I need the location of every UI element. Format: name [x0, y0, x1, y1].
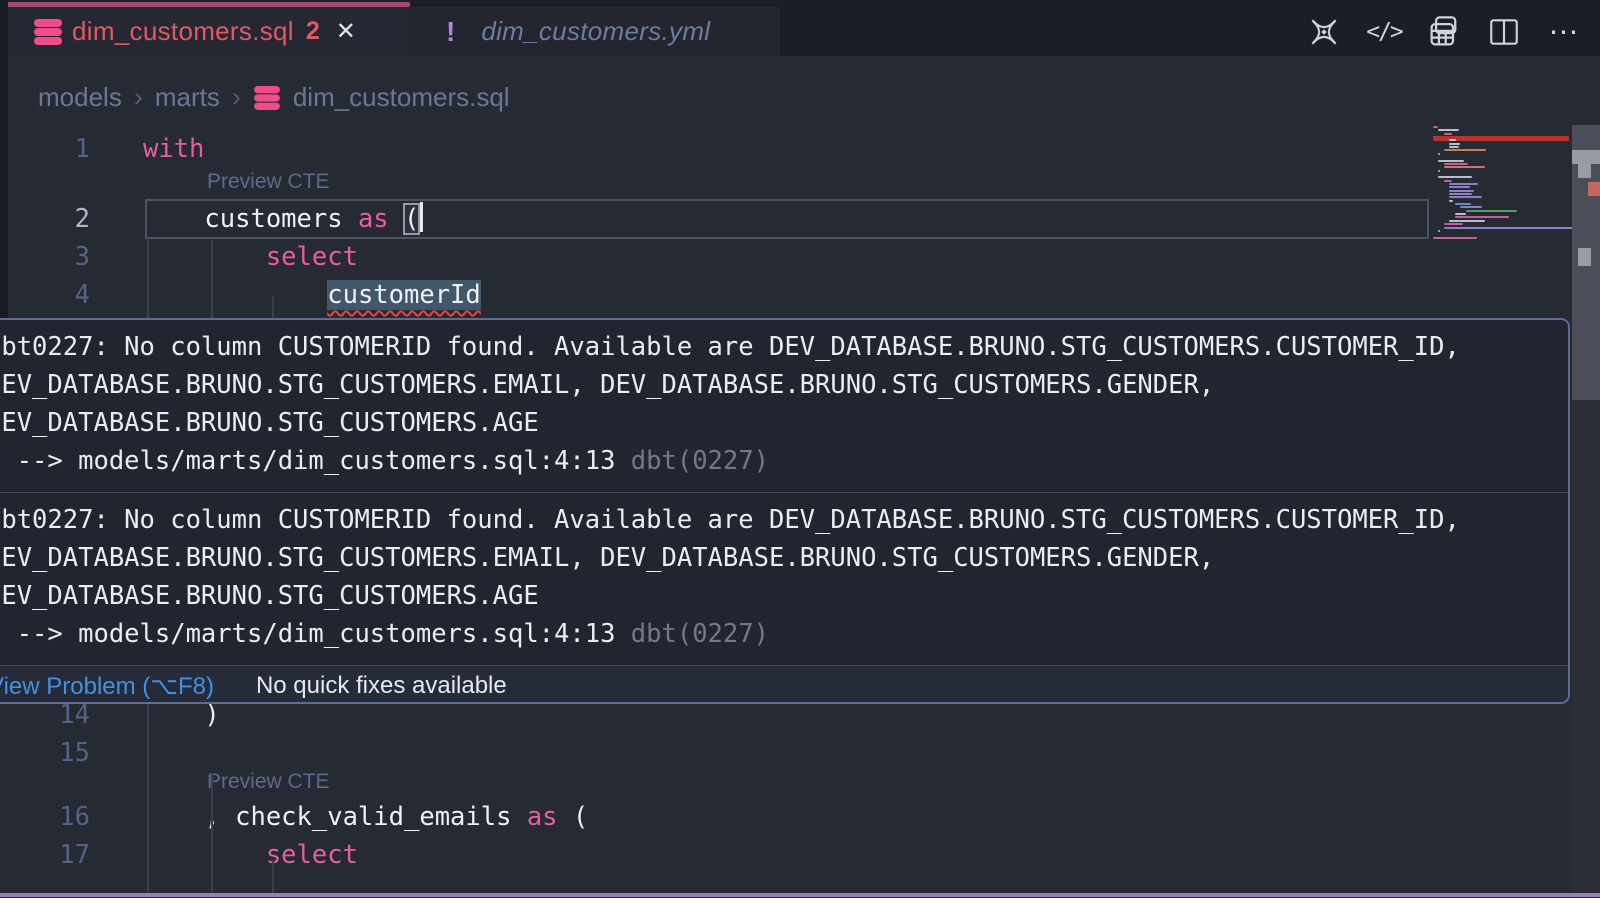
minimap-code-line: [1455, 213, 1466, 215]
dbt-icon[interactable]: [1306, 14, 1342, 50]
minimap-code-line: [1444, 180, 1452, 182]
error-message-1: dbt0227: No column CUSTOMERID found. Ava…: [0, 320, 1568, 492]
database-icon: [34, 18, 62, 46]
overview-error-marker: [1588, 182, 1600, 196]
editor-scrollbar: [1572, 125, 1600, 893]
line-number: 3: [0, 238, 90, 276]
view-problem-link[interactable]: View Problem (⌥F8): [0, 672, 214, 701]
compiled-code-icon[interactable]: </>: [1366, 14, 1402, 50]
line-number: 16: [0, 798, 90, 836]
code-line-4[interactable]: 4 customerId: [0, 276, 1430, 314]
text-cursor: [420, 202, 423, 232]
minimap-code-line: [1438, 129, 1458, 131]
code-text: , check_valid_emails as (: [143, 798, 588, 836]
overview-decoration: [1578, 248, 1591, 266]
line-number: 17: [0, 836, 90, 874]
warning-icon: !: [446, 16, 455, 48]
minimap-code-line: [1449, 196, 1482, 198]
minimap-code-line: [1444, 149, 1486, 151]
breadcrumb-item-marts[interactable]: marts: [155, 82, 220, 113]
error-message-2: dbt0227: No column CUSTOMERID found. Ava…: [0, 492, 1568, 665]
overview-decoration: [1578, 164, 1591, 178]
error-source: dbt(0227): [631, 446, 769, 476]
minimap-code-line: [1433, 126, 1438, 128]
minimap-code-line: [1444, 223, 1463, 225]
minimap-code-line: [1438, 176, 1472, 178]
minimap-code-line: [1449, 200, 1453, 202]
query-results-icon[interactable]: [1426, 14, 1462, 50]
minimap-code-line: [1438, 230, 1440, 232]
tab-label: dim_customers.sql: [72, 16, 294, 47]
indent-guide: [147, 240, 149, 318]
indent-guide: [272, 860, 274, 893]
minimap-code-line: [1449, 186, 1469, 188]
minimap-code-line: [1449, 143, 1460, 145]
error-source: dbt(0227): [631, 619, 769, 649]
code-text: customerId: [143, 276, 481, 314]
problem-count-badge: 2: [306, 17, 320, 46]
minimap-code-line: [1438, 153, 1440, 155]
code-line-15[interactable]: 15: [0, 734, 1430, 772]
error-word: customerId: [327, 280, 481, 310]
minimap-code-line: [1438, 160, 1464, 162]
tab-dim-customers-sql[interactable]: dim_customers.sql 2 ✕: [8, 7, 410, 56]
line-number: 1: [0, 130, 90, 168]
indent-guide: [147, 702, 149, 893]
breadcrumb-item-models[interactable]: models: [38, 82, 122, 113]
minimap-code-line: [1449, 220, 1484, 222]
code-line-2[interactable]: 2 customers as (: [0, 200, 1430, 238]
editor-actions: </> ⋯: [1306, 10, 1582, 54]
chevron-right-icon: ›: [232, 82, 241, 113]
minimap-code-line: [1460, 206, 1482, 208]
minimap-code-line: [1444, 133, 1452, 135]
minimap-code-line: [1449, 146, 1459, 148]
tab-bar: dim_customers.sql 2 ✕ ! dim_customers.ym…: [0, 0, 1600, 56]
minimap-code-line: [1444, 163, 1468, 165]
minimap-code-line: [1444, 227, 1577, 229]
minimap-code-line: [1449, 190, 1473, 192]
window-bottom-accent: [0, 893, 1600, 897]
code-lens-preview-cte[interactable]: Preview CTE: [207, 170, 330, 194]
code-text: customers as (: [143, 200, 423, 238]
code-line-1[interactable]: 1 with: [0, 130, 1430, 168]
minimap-code-line: [1444, 166, 1485, 168]
minimap-code-line: [1455, 203, 1471, 205]
minimap-code-line: [1449, 193, 1472, 195]
database-icon: [254, 85, 280, 111]
minimap-code-line: [1433, 237, 1477, 239]
more-actions-icon[interactable]: ⋯: [1546, 14, 1582, 50]
breadcrumb-item-file[interactable]: dim_customers.sql: [293, 82, 510, 113]
minimap-code-line: [1449, 183, 1478, 185]
minimap-code-line: [1449, 139, 1456, 141]
minimap-code-line: [1466, 210, 1518, 212]
indent-guide: [211, 774, 213, 893]
code-text: with: [143, 130, 204, 168]
indent-guide: [272, 296, 274, 318]
window-left-edge: [0, 0, 8, 318]
tab-dim-customers-yml[interactable]: ! dim_customers.yml: [410, 7, 780, 56]
overview-decoration: [1572, 150, 1600, 164]
code-text: select: [143, 238, 358, 276]
hover-status-bar: View Problem (⌥F8) No quick fixes availa…: [0, 665, 1568, 704]
close-icon[interactable]: ✕: [336, 17, 356, 46]
line-number: 15: [0, 734, 90, 772]
breadcrumb: models › marts › dim_customers.sql: [38, 82, 510, 113]
indent-guide: [211, 240, 213, 318]
code-line-3[interactable]: 3 select: [0, 238, 1430, 276]
no-quick-fixes-text: No quick fixes available: [256, 672, 507, 700]
minimap-code-line: [1455, 216, 1509, 218]
split-editor-icon[interactable]: [1486, 14, 1522, 50]
code-lens-preview-cte[interactable]: Preview CTE: [207, 770, 330, 794]
line-number: 2: [0, 200, 90, 238]
chevron-right-icon: ›: [134, 82, 143, 113]
code-text: select: [143, 836, 358, 874]
minimap-code-line: [1438, 170, 1440, 172]
code-line-16[interactable]: 16 , check_valid_emails as (: [0, 798, 1430, 836]
code-line-17[interactable]: 17 select: [0, 836, 1430, 874]
error-hover-popup: dbt0227: No column CUSTOMERID found. Ava…: [0, 318, 1570, 704]
tab-label: dim_customers.yml: [481, 16, 710, 47]
editor-window: { "tabs": [ { "label": "dim_customers.sq…: [0, 0, 1600, 898]
line-number: 4: [0, 276, 90, 314]
